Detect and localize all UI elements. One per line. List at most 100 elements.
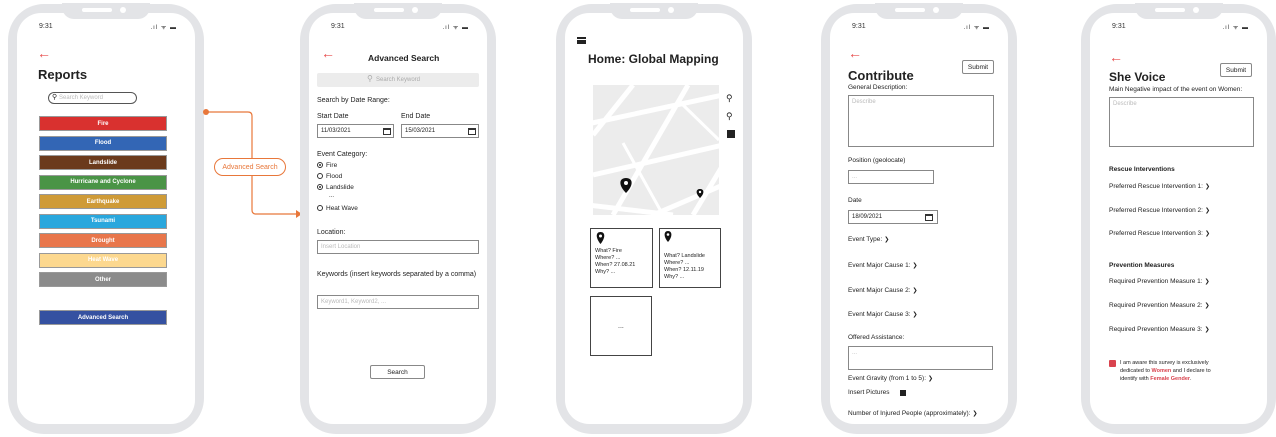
- radio-icon: [317, 173, 323, 179]
- prevention-2-dropdown[interactable]: Required Prevention Measure 2: ❯: [1109, 302, 1210, 309]
- consent-line: identify with Female Gender.: [1120, 376, 1192, 382]
- general-description-input[interactable]: Describe: [848, 95, 994, 147]
- event-type-dropdown[interactable]: Event Type: ❯: [848, 236, 889, 243]
- calendar-icon[interactable]: [468, 128, 476, 135]
- radio-flood[interactable]: Flood: [317, 173, 342, 180]
- submit-button[interactable]: Submit: [1220, 63, 1252, 77]
- search-input[interactable]: ⚲ Search Keyword: [48, 92, 137, 104]
- radio-heat-wave[interactable]: Heat Wave: [317, 205, 358, 212]
- advanced-search-button[interactable]: Advanced Search: [39, 310, 167, 325]
- radio-fire[interactable]: Fire: [317, 162, 337, 169]
- rescue-header: Rescue Interventions: [1109, 166, 1175, 173]
- keywords-placeholder: Keyword1, Keyword2, ...: [321, 299, 387, 305]
- chevron-down-icon: ❯: [912, 263, 918, 269]
- rescue-1-dropdown[interactable]: Preferred Rescue Intervention 1: ❯: [1109, 183, 1210, 190]
- card-where: Where? ...: [664, 260, 690, 266]
- category-button-landslide[interactable]: Landslide: [39, 155, 167, 170]
- image-icon[interactable]: [900, 390, 906, 396]
- assistance-placeholder: ...: [852, 350, 858, 356]
- status-icons: .ıl ᯤ ▬: [442, 25, 469, 31]
- end-date-field[interactable]: 15/03/2021: [401, 124, 479, 138]
- screen-home: Home: Global Mapping ⚲ ⚲ What? Fire Where…: [565, 13, 743, 424]
- prevention-3-dropdown[interactable]: Required Prevention Measure 3: ❯: [1109, 326, 1210, 333]
- event-card-landslide[interactable]: What? Landslide Where? ... When? 12.11.19 W…: [659, 228, 721, 288]
- event-card-fire[interactable]: What? Fire Where? ... When? 27.08.21 Why? .…: [590, 228, 653, 288]
- insert-pictures[interactable]: Insert Pictures: [848, 389, 906, 396]
- category-button-flood[interactable]: Flood: [39, 135, 167, 151]
- screen-she-voice: 9:31 .ıl ᯤ ▬ ← She Voice Submit Main Neg…: [1090, 13, 1267, 424]
- dropdown-label: Preferred Rescue Intervention 3:: [1109, 230, 1203, 237]
- status-icons: .ıl ᯤ ▬: [150, 25, 177, 31]
- date-value: 18/09/2021: [852, 214, 883, 220]
- location-input[interactable]: Insert Location: [317, 240, 479, 254]
- date-label: Date: [848, 197, 862, 204]
- search-button[interactable]: Search: [370, 365, 425, 379]
- search-placeholder: Search Keyword: [376, 77, 421, 83]
- rescue-2-dropdown[interactable]: Preferred Rescue Intervention 2: ❯: [1109, 207, 1210, 214]
- radio-label: Flood: [326, 173, 343, 180]
- assistance-label: Offered Assistance:: [848, 334, 905, 341]
- impact-input[interactable]: Describe: [1109, 97, 1254, 147]
- page-title: Reports: [38, 67, 88, 82]
- search-input[interactable]: ⚲ Search Keyword: [317, 73, 479, 87]
- category-button-other[interactable]: Other: [39, 272, 167, 287]
- consent-checkbox[interactable]: [1109, 360, 1116, 367]
- screen-advanced-search: 9:31 .ıl ᯤ ▬ ← Advanced Search ⚲ Search …: [309, 13, 487, 424]
- phone-advanced-search: 9:31 .ıl ᯤ ▬ ← Advanced Search ⚲ Search …: [300, 3, 496, 434]
- keywords-input[interactable]: Keyword1, Keyword2, ...: [317, 295, 479, 309]
- radio-landslide[interactable]: Landslide: [317, 184, 354, 191]
- prevention-1-dropdown[interactable]: Required Prevention Measure 1: ❯: [1109, 278, 1210, 285]
- category-button-hurricane-and-cyclone[interactable]: Hurricane and Cyclone: [39, 174, 167, 190]
- back-arrow-icon[interactable]: ←: [1109, 50, 1123, 64]
- back-arrow-icon[interactable]: ←: [848, 46, 862, 60]
- category-button-earthquake[interactable]: Earthquake: [39, 194, 167, 209]
- position-placeholder: ...: [852, 174, 858, 180]
- chevron-down-icon: ❯: [1204, 303, 1210, 309]
- zoom-out-icon[interactable]: ⚲: [726, 111, 733, 122]
- calendar-icon[interactable]: [383, 128, 391, 135]
- phone-notch: [1134, 3, 1223, 19]
- start-date-field[interactable]: 11/03/2021: [317, 124, 394, 138]
- screen-reports: 9:31 .ıl ᯤ ▬ ← Reports ⚲ Search Keyword …: [17, 13, 195, 424]
- back-arrow-icon[interactable]: ←: [37, 46, 51, 60]
- map-pin-icon: [664, 231, 672, 242]
- submit-button[interactable]: Submit: [962, 60, 994, 74]
- category-button-fire[interactable]: Fire: [39, 116, 167, 131]
- category-button-tsunami[interactable]: Tsunami: [39, 213, 167, 229]
- event-card-empty[interactable]: ...: [590, 296, 652, 356]
- status-time: 9:31: [39, 23, 53, 30]
- page-title: Advanced Search: [368, 53, 440, 63]
- category-button-heat-wave[interactable]: Heat Wave: [39, 252, 167, 268]
- menu-icon[interactable]: [577, 37, 586, 44]
- keywords-label: Keywords (insert keywords separated by a…: [317, 271, 477, 278]
- zoom-in-icon[interactable]: ⚲: [726, 93, 733, 104]
- chevron-down-icon: ❯: [928, 376, 934, 382]
- image-icon[interactable]: [727, 130, 735, 138]
- cause-1-dropdown[interactable]: Event Major Cause 1: ❯: [848, 262, 918, 269]
- start-date-label: Start Date: [317, 113, 349, 120]
- category-button-drought[interactable]: Drought: [39, 233, 167, 248]
- page-title: Contribute: [848, 68, 914, 83]
- injured-dropdown[interactable]: Number of Injured People (approximately)…: [848, 410, 978, 417]
- rescue-3-dropdown[interactable]: Preferred Rescue Intervention 3: ❯: [1109, 230, 1210, 237]
- position-input[interactable]: ...: [848, 170, 934, 184]
- event-category-label: Event Category:: [317, 151, 368, 158]
- back-arrow-icon[interactable]: ←: [321, 46, 335, 60]
- dropdown-label: Required Prevention Measure 3:: [1109, 326, 1203, 333]
- assistance-input[interactable]: ...: [848, 346, 993, 370]
- location-label: Location:: [317, 229, 346, 236]
- date-field[interactable]: 18/09/2021: [848, 210, 938, 224]
- calendar-icon[interactable]: [925, 214, 933, 221]
- radio-label: Fire: [326, 162, 338, 169]
- map-view[interactable]: [593, 85, 719, 215]
- status-icons: .ıl ᯤ ▬: [963, 25, 990, 31]
- cause-2-dropdown[interactable]: Event Major Cause 2: ❯: [848, 287, 918, 294]
- cause-3-dropdown[interactable]: Event Major Cause 3: ❯: [848, 311, 918, 318]
- gravity-dropdown[interactable]: Event Gravity (from 1 to 5): ❯: [848, 375, 933, 382]
- consent-text: I am aware this survey is exclusively de…: [1120, 359, 1260, 383]
- radio-icon: [317, 184, 323, 190]
- chevron-down-icon: ❯: [1204, 231, 1210, 237]
- phone-contribute: 9:31 .ıl ᯤ ▬ ← Contribute Submit General…: [821, 3, 1017, 434]
- chevron-down-icon: ❯: [1204, 327, 1210, 333]
- chevron-down-icon: ❯: [972, 411, 978, 417]
